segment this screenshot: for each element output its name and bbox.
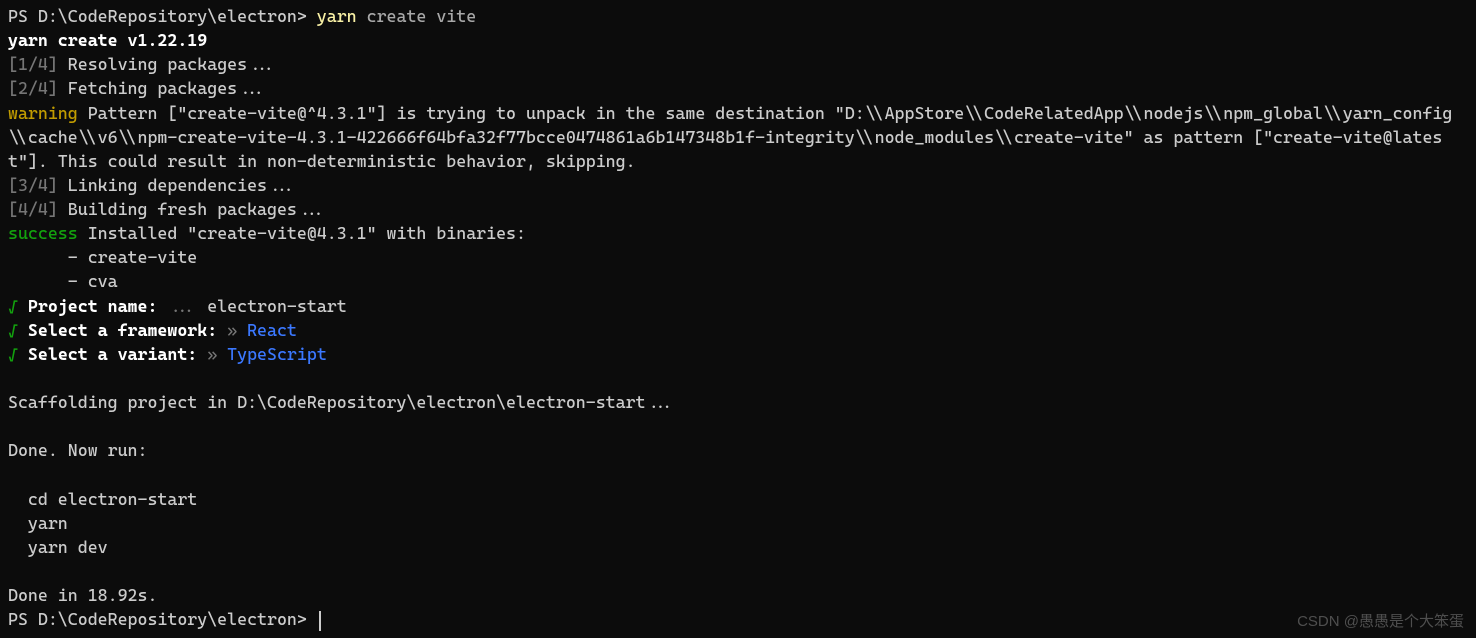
warning-label: warning bbox=[8, 103, 78, 123]
success-text: Installed "create-vite@4.3.1" with binar… bbox=[78, 223, 526, 243]
terminal-output[interactable]: PS D:\CodeRepository\electron> yarn crea… bbox=[8, 4, 1468, 631]
success-label: success bbox=[8, 223, 78, 243]
step-text: Linking dependencies... bbox=[58, 175, 297, 195]
arrow-icon: » bbox=[227, 320, 237, 340]
binary-item: - cva bbox=[8, 271, 118, 291]
yarn-version: yarn create v1.22.19 bbox=[8, 30, 207, 50]
command-keyword: yarn bbox=[317, 6, 357, 26]
project-name-answer: electron-start bbox=[197, 296, 346, 316]
scaffolding-text: Scaffolding project in D:\CodeRepository… bbox=[8, 392, 675, 412]
step-text: Resolving packages... bbox=[58, 54, 277, 74]
prompt-question: Select a framework: bbox=[18, 320, 227, 340]
watermark: CSDN @愚愚是个大笨蛋 bbox=[1297, 611, 1464, 632]
arrow-icon: » bbox=[207, 344, 217, 364]
step-text: Building fresh packages... bbox=[58, 199, 327, 219]
run-command: yarn dev bbox=[8, 537, 108, 557]
step-text: Fetching packages... bbox=[58, 78, 267, 98]
warning-text: Pattern ["create-vite@^4.3.1"] is trying… bbox=[8, 103, 1452, 171]
done-label: Done. Now run: bbox=[8, 440, 147, 460]
run-command: cd electron-start bbox=[8, 489, 197, 509]
prompt-path: PS D:\CodeRepository\electron> bbox=[8, 6, 317, 26]
framework-answer: React bbox=[237, 320, 297, 340]
binary-item: - create-vite bbox=[8, 247, 197, 267]
step-num: [1/4] bbox=[8, 54, 58, 74]
ellipsis: ... bbox=[167, 296, 197, 316]
cursor-icon bbox=[319, 611, 321, 631]
prompt-question: Select a variant: bbox=[18, 344, 207, 364]
check-icon: √ bbox=[8, 344, 18, 364]
prompt-path: PS D:\CodeRepository\electron> bbox=[8, 609, 317, 629]
check-icon: √ bbox=[8, 320, 18, 340]
run-command: yarn bbox=[8, 513, 68, 533]
step-num: [2/4] bbox=[8, 78, 58, 98]
step-num: [3/4] bbox=[8, 175, 58, 195]
done-time: Done in 18.92s. bbox=[8, 585, 157, 605]
command-args: create vite bbox=[357, 6, 477, 26]
prompt-question: Project name: bbox=[18, 296, 167, 316]
variant-answer: TypeScript bbox=[217, 344, 327, 364]
step-num: [4/4] bbox=[8, 199, 58, 219]
check-icon: √ bbox=[8, 296, 18, 316]
